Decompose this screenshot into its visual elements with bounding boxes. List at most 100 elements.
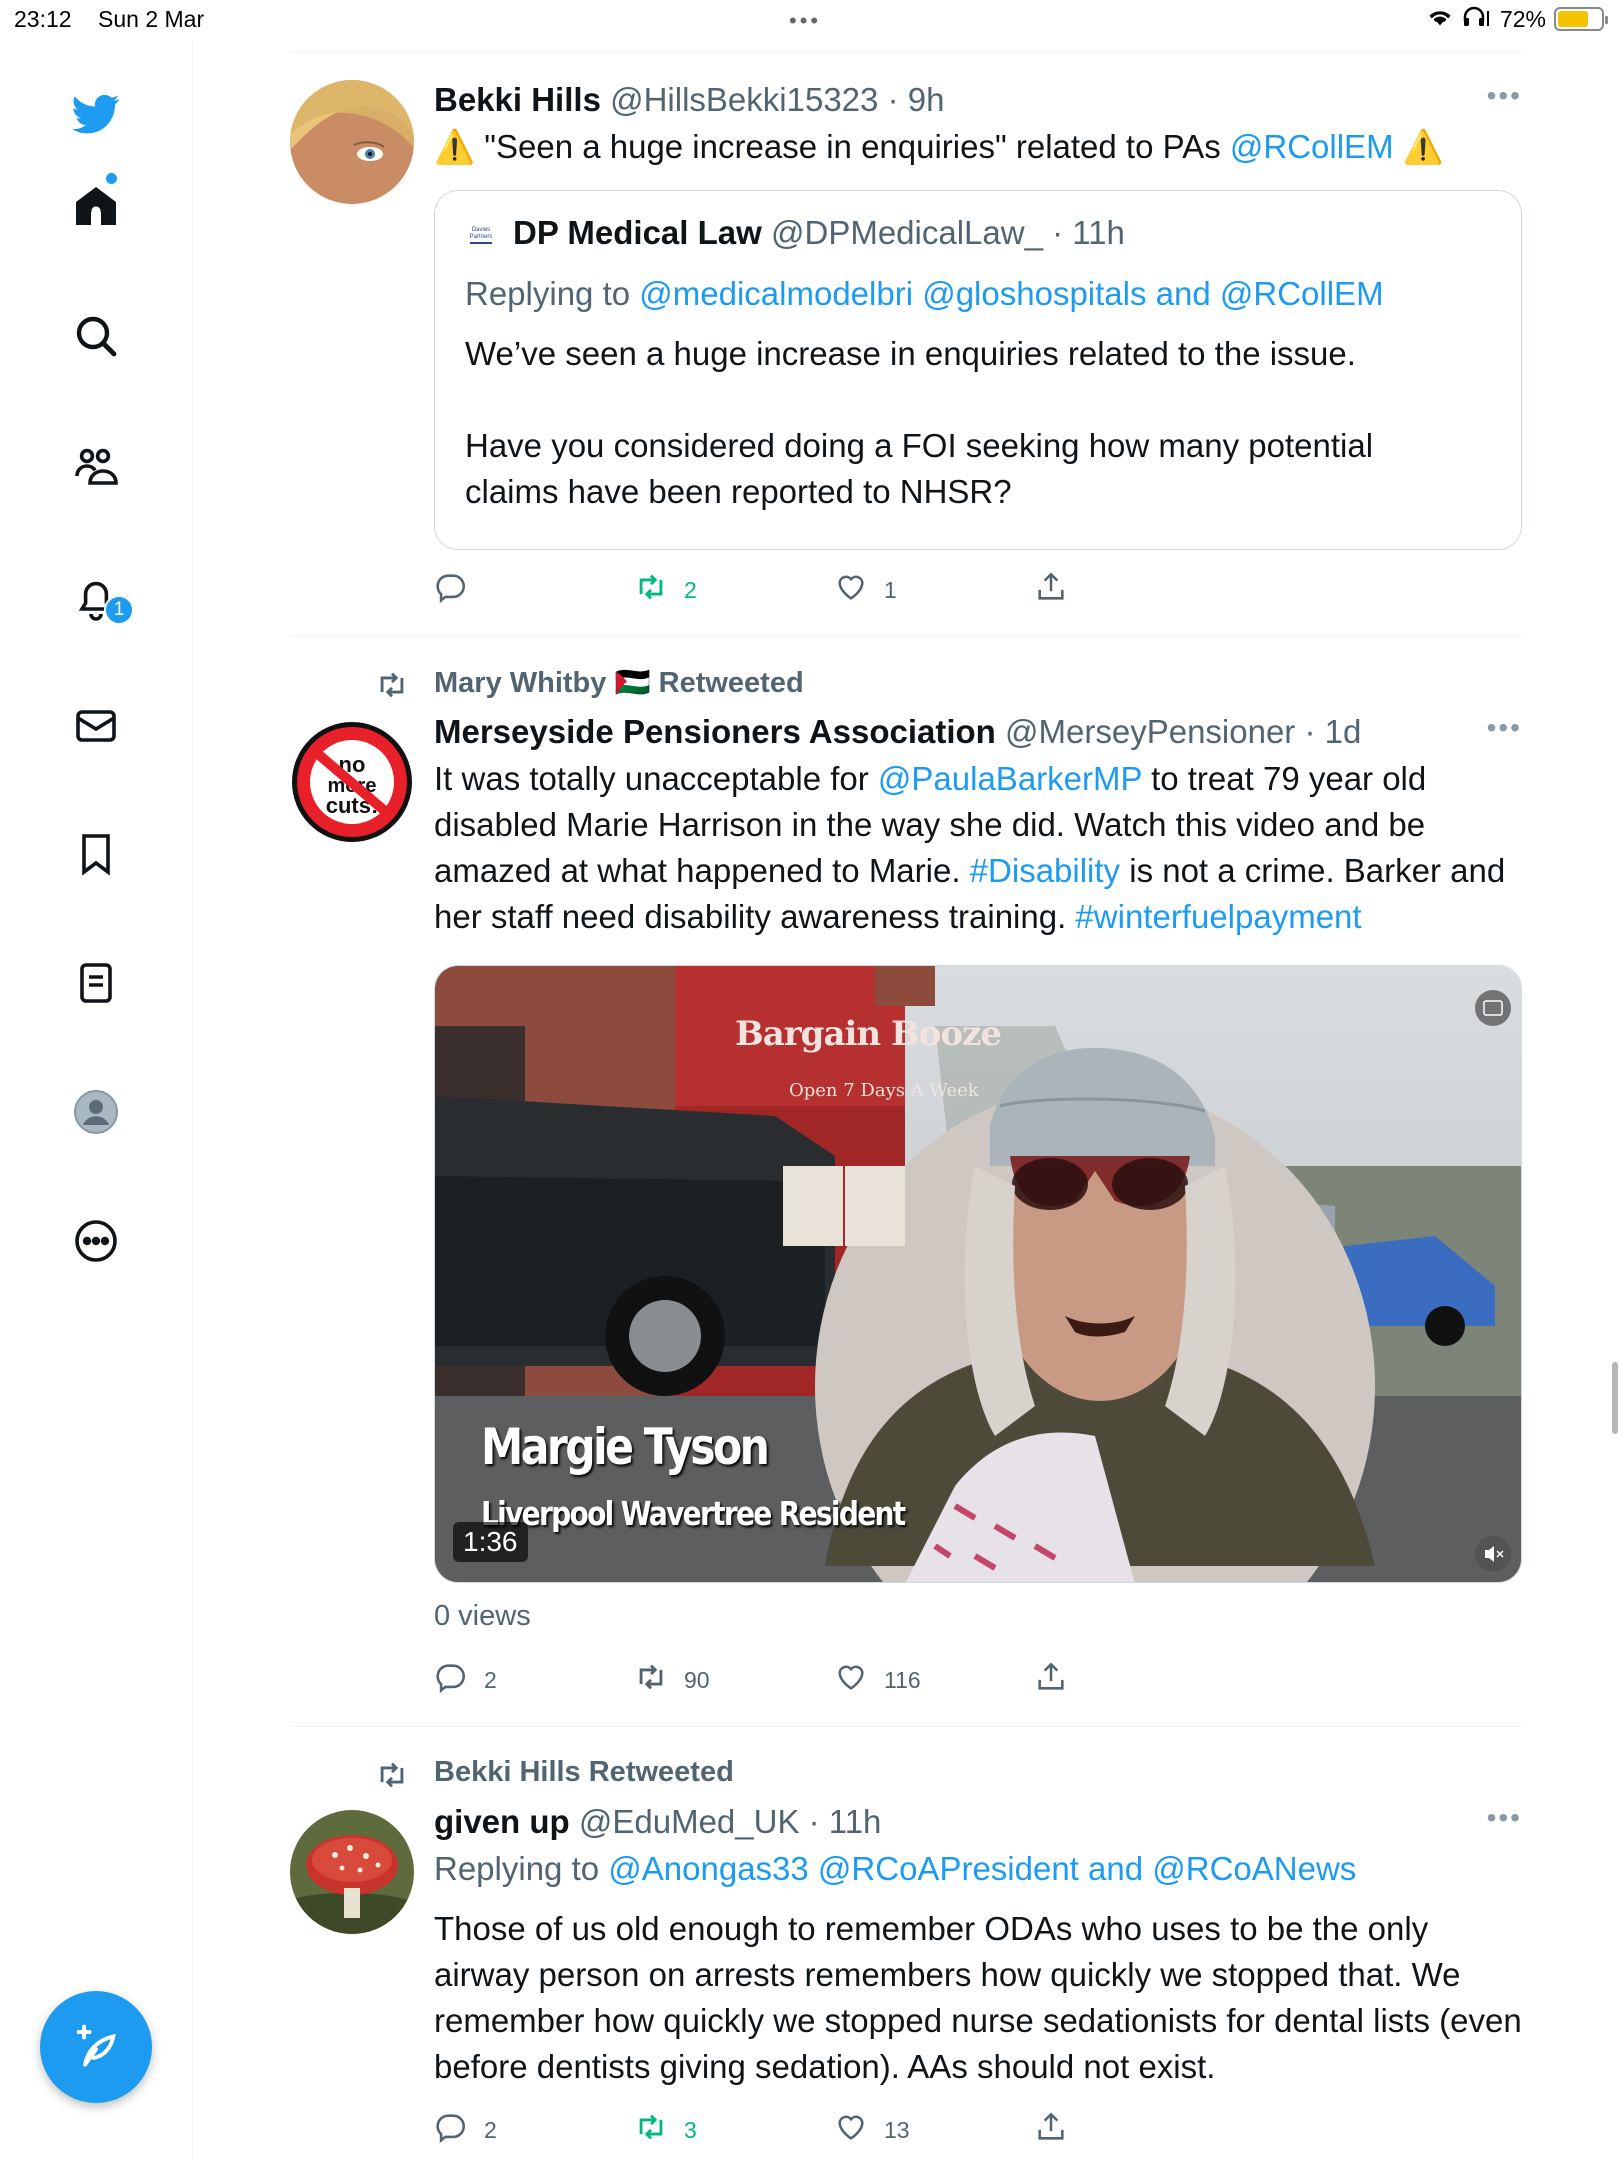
- avatar[interactable]: [290, 1810, 414, 1934]
- heart-icon: [834, 2110, 868, 2150]
- share-button[interactable]: [1034, 570, 1068, 610]
- quote-header: DP Medical Law @DPMedicalLaw_ · 11h: [513, 213, 1125, 253]
- quote-replying-to: Replying to @medicalmodelbri @gloshospit…: [465, 271, 1384, 317]
- tweet-text-part: It was totally unacceptable for: [434, 760, 878, 797]
- mention-link[interactable]: @PaulaBarkerMP: [878, 760, 1142, 797]
- quote-paragraph-1: We’ve seen a huge increase in enquiries …: [465, 335, 1356, 372]
- quote-avatar: Davies Partners: [465, 221, 497, 253]
- tweet-time[interactable]: · 11h: [809, 1803, 882, 1840]
- quoted-tweet[interactable]: Davies Partners DP Medical Law @DPMedical…: [434, 190, 1522, 550]
- more-options-icon[interactable]: •••: [1487, 1802, 1522, 1834]
- bookmarks-icon[interactable]: [70, 828, 122, 880]
- retweet-button[interactable]: 3: [634, 2110, 697, 2150]
- hashtag-link[interactable]: #Disability: [970, 852, 1120, 889]
- battery-level: [1558, 11, 1589, 27]
- tweet-content: Merseyside Pensioners Association @Merse…: [434, 712, 1522, 940]
- like-count: 1: [884, 576, 897, 603]
- like-button[interactable]: 13: [834, 2110, 910, 2150]
- tweet[interactable]: Mary Whitby 🇵🇸 Retweeted no more cuts! M…: [290, 660, 1522, 1720]
- svg-text:Davies: Davies: [472, 227, 490, 233]
- share-button[interactable]: [1034, 2110, 1068, 2150]
- video-caption-subtitle: Liverpool Wavertree Resident: [481, 1494, 906, 1533]
- hashtag-link[interactable]: #winterfuelpayment: [1075, 898, 1361, 935]
- author-handle[interactable]: @MerseyPensioner: [1005, 713, 1295, 750]
- tweet[interactable]: Bekki Hills @HillsBekki15323 · 9h ⚠️ "Se…: [290, 80, 1522, 635]
- avatar[interactable]: no more cuts!: [290, 720, 414, 844]
- author-name[interactable]: given up: [434, 1803, 570, 1840]
- video-shop-subsign: Open 7 Days A Week: [789, 1080, 979, 1101]
- wifi-icon: [1426, 5, 1454, 33]
- battery-percent: 72%: [1499, 5, 1546, 32]
- status-date: Sun 2 Mar: [98, 6, 205, 32]
- heart-icon: [834, 1660, 868, 1700]
- quote-paragraph-2: Have you considered doing a FOI seeking …: [465, 427, 1374, 510]
- messages-icon[interactable]: [70, 700, 122, 752]
- reply-button[interactable]: 2: [434, 1660, 497, 1700]
- home-notification-dot: [106, 173, 117, 184]
- multitasking-dots-icon[interactable]: •••: [789, 8, 821, 34]
- replying-to: Replying to @Anongas33 @RCoAPresident an…: [434, 1846, 1522, 1892]
- retweeted-by-label[interactable]: Bekki Hills Retweeted: [434, 1756, 734, 1789]
- share-icon: [1034, 570, 1068, 610]
- twitter-bird-icon[interactable]: [70, 88, 122, 140]
- mute-icon[interactable]: [1463, 1522, 1507, 1566]
- reply-icon: [434, 2110, 468, 2150]
- tweet-time[interactable]: · 1d: [1304, 713, 1361, 750]
- tweet-time[interactable]: · 9h: [888, 81, 945, 118]
- status-right: 72%: [1426, 5, 1608, 33]
- author-handle[interactable]: @HillsBekki15323: [610, 81, 878, 118]
- reply-count: 2: [484, 1666, 497, 1693]
- status-time: 23:12: [14, 6, 72, 32]
- more-options-icon[interactable]: •••: [1487, 80, 1522, 112]
- more-icon[interactable]: [70, 1215, 122, 1267]
- share-icon: [1034, 1660, 1068, 1700]
- tweet-header: given up @EduMed_UK · 11h: [434, 1802, 1522, 1842]
- retweet-icon: [634, 570, 668, 610]
- status-bar: 23:12 Sun 2 Mar ••• 72%: [0, 0, 1620, 40]
- like-count: 116: [884, 1666, 921, 1693]
- search-icon[interactable]: [70, 310, 122, 362]
- tweet-divider: [290, 636, 1522, 637]
- like-button[interactable]: 1: [834, 570, 897, 610]
- video-shop-sign: Bargain Booze: [735, 1014, 1002, 1054]
- author-name[interactable]: Merseyside Pensioners Association: [434, 713, 996, 750]
- mention-link[interactable]: @RCollEM: [1230, 128, 1394, 165]
- retweet-icon: [634, 2110, 668, 2150]
- retweet-icon: [634, 1660, 668, 1700]
- tweet[interactable]: Bekki Hills Retweeted given up @EduMed_U…: [290, 1750, 1522, 2160]
- profile-icon[interactable]: [70, 1086, 122, 1138]
- lists-icon[interactable]: [70, 957, 122, 1009]
- share-button[interactable]: [1034, 1660, 1068, 1700]
- tweet-content: given up @EduMed_UK · 11h Replying to @A…: [434, 1802, 1522, 2090]
- battery-icon: [1554, 7, 1608, 31]
- retweet-button[interactable]: 90: [634, 1660, 710, 1700]
- video-frame: [435, 966, 1521, 1582]
- replying-links[interactable]: @Anongas33 @RCoAPresident and @RCoANews: [608, 1850, 1356, 1887]
- tweet-content: Bekki Hills @HillsBekki15323 · 9h ⚠️ "Se…: [434, 80, 1522, 170]
- tweet-header: Bekki Hills @HillsBekki15323 · 9h: [434, 80, 1522, 120]
- retweet-indicator-icon: [374, 668, 410, 707]
- more-options-icon[interactable]: •••: [1487, 712, 1522, 744]
- author-name[interactable]: Bekki Hills: [434, 81, 601, 118]
- reply-button[interactable]: [434, 570, 484, 610]
- home-icon[interactable]: [70, 180, 122, 232]
- like-count: 13: [884, 2116, 910, 2143]
- reply-button[interactable]: 2: [434, 2110, 497, 2150]
- retweet-indicator-icon: [374, 1758, 410, 1797]
- compose-feather-icon: [70, 2019, 122, 2076]
- heart-icon: [834, 570, 868, 610]
- avatar[interactable]: [290, 80, 414, 204]
- captions-icon[interactable]: [1463, 982, 1507, 1026]
- like-button[interactable]: 116: [834, 1660, 921, 1700]
- compose-tweet-button[interactable]: [40, 1991, 152, 2103]
- replying-links[interactable]: @medicalmodelbri @gloshospitals and @RCo…: [639, 275, 1383, 312]
- author-handle[interactable]: @EduMed_UK: [579, 1803, 800, 1840]
- video-duration: 1:36: [453, 1522, 528, 1562]
- communities-icon[interactable]: [70, 440, 122, 492]
- video-player[interactable]: Bargain Booze Open 7 Days A Week Margie …: [434, 965, 1522, 1583]
- replying-label: Replying to: [465, 275, 640, 312]
- scrollbar-thumb[interactable]: [1612, 1362, 1618, 1434]
- retweet-button[interactable]: 2: [634, 570, 697, 610]
- sidebar: 1: [0, 40, 193, 2160]
- retweeted-by-label[interactable]: Mary Whitby 🇵🇸 Retweeted: [434, 666, 804, 700]
